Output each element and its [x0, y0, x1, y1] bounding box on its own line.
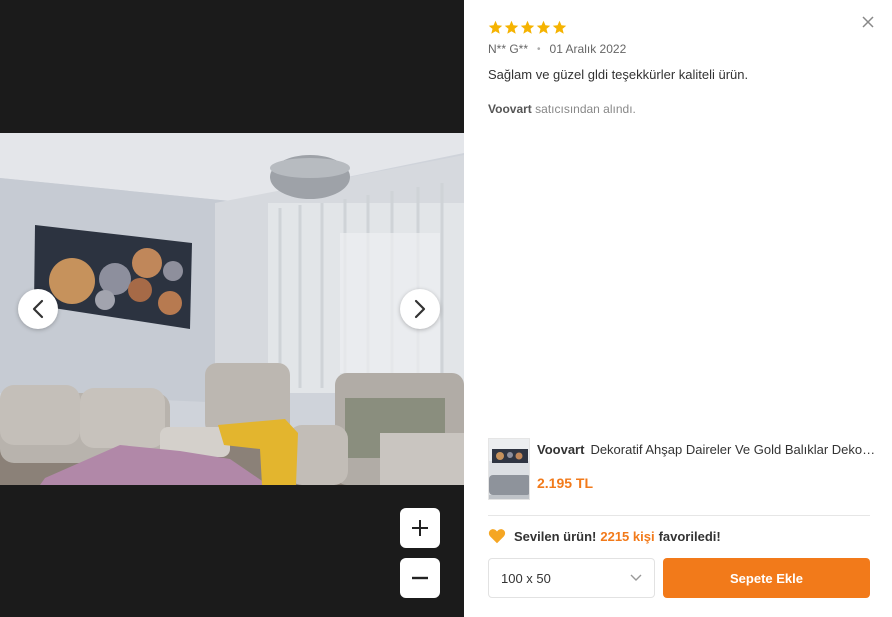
chevron-left-icon: [32, 299, 44, 319]
close-icon: [862, 16, 874, 28]
favorite-label: Sevilen ürün!: [514, 528, 597, 544]
zoom-in-button[interactable]: [400, 508, 440, 548]
review-comment: Sağlam ve güzel gldi teşekkürler kalitel…: [488, 67, 749, 82]
product-brand: Voovart: [537, 442, 585, 457]
rating-stars: [488, 20, 567, 35]
size-select[interactable]: 100 x 50: [488, 558, 655, 598]
review-meta: N** G** • 01 Aralık 2022: [488, 42, 626, 56]
close-button[interactable]: [860, 14, 876, 30]
separator-dot: •: [537, 43, 541, 55]
plus-icon: [412, 520, 428, 536]
favorite-info: Sevilen ürün! 2215 kişi favoriledi!: [488, 527, 721, 545]
add-to-cart-button[interactable]: Sepete Ekle: [663, 558, 870, 598]
star-icon: [536, 20, 551, 34]
review-panel: N** G** • 01 Aralık 2022 Sağlam ve güzel…: [464, 0, 892, 617]
review-author: N** G**: [488, 42, 529, 56]
heart-icon: [488, 529, 506, 544]
product-card[interactable]: Voovart Dekoratif Ahşap Daireler Ve Gold …: [488, 438, 877, 500]
star-icon: [504, 20, 519, 34]
review-photo: [0, 133, 464, 485]
seller-suffix: satıcısından alındı.: [535, 102, 636, 116]
size-select-value: 100 x 50: [501, 570, 551, 586]
seller-name[interactable]: Voovart: [488, 102, 532, 116]
product-price: 2.195 TL: [537, 475, 594, 491]
star-icon: [552, 20, 567, 34]
prev-image-button[interactable]: [18, 289, 58, 329]
product-title[interactable]: Voovart Dekoratif Ahşap Daireler Ve Gold …: [537, 442, 877, 457]
favorite-tail: favoriledi!: [658, 528, 721, 544]
seller-info: Voovart satıcısından alındı.: [488, 102, 636, 116]
favorite-count: 2215 kişi: [600, 528, 655, 544]
next-image-button[interactable]: [400, 289, 440, 329]
product-name: Dekoratif Ahşap Daireler Ve Gold Balıkla…: [590, 442, 877, 457]
product-thumbnail[interactable]: [488, 438, 530, 500]
star-icon: [520, 20, 535, 34]
review-date: 01 Aralık 2022: [549, 42, 627, 56]
divider: [488, 515, 870, 516]
image-viewer: [0, 0, 464, 617]
zoom-out-button[interactable]: [400, 558, 440, 598]
star-icon: [488, 20, 503, 34]
minus-icon: [412, 576, 428, 580]
chevron-right-icon: [414, 299, 426, 319]
chevron-down-icon: [630, 574, 642, 581]
